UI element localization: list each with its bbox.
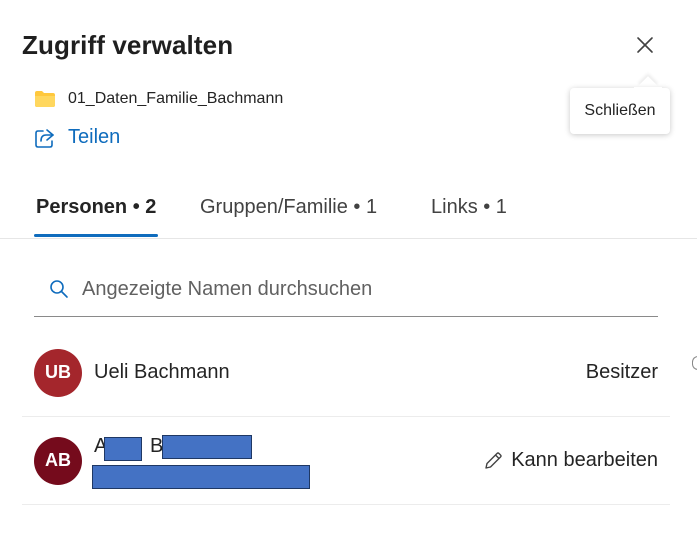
redaction-box <box>92 465 310 489</box>
close-button[interactable] <box>630 30 660 60</box>
tooltip-arrow-cover <box>634 87 662 97</box>
tab-links[interactable]: Links • 1 <box>431 196 507 219</box>
tab-personen[interactable]: Personen • 2 <box>36 196 156 219</box>
search-icon <box>48 278 70 300</box>
folder-name: 01_Daten_Familie_Bachmann <box>68 90 284 107</box>
role-label: Besitzer <box>585 361 658 383</box>
avatar-initials: AB <box>45 450 71 470</box>
scroll-edge-indicator <box>692 356 697 370</box>
close-icon <box>637 37 653 53</box>
tab-bar: Personen • 2 Gruppen/Familie • 1 Links •… <box>0 188 697 239</box>
tab-gruppen-familie[interactable]: Gruppen/Familie • 1 <box>200 196 377 219</box>
folder-icon <box>35 91 55 107</box>
panel-title: Zugriff verwalten <box>22 30 234 60</box>
avatar-initials: UB <box>45 362 71 382</box>
active-tab-indicator <box>34 234 158 237</box>
search-input[interactable] <box>82 277 642 301</box>
permission-dropdown[interactable]: Kann bearbeiten <box>483 449 658 472</box>
close-tooltip-text: Schließen <box>584 102 656 119</box>
person-row-editor[interactable]: AB A B Kann bearbeiten <box>22 417 670 505</box>
role-label: Kann bearbeiten <box>511 449 658 471</box>
redaction-box <box>104 437 142 461</box>
share-icon <box>35 128 54 148</box>
avatar: UB <box>34 348 82 397</box>
person-row-owner[interactable]: UB Ueli Bachmann Besitzer <box>22 329 670 417</box>
share-label: Teilen <box>68 126 121 148</box>
pencil-icon <box>485 451 502 469</box>
redaction-box <box>162 435 252 459</box>
search-box <box>34 262 658 317</box>
avatar: AB <box>34 436 82 485</box>
share-link[interactable]: Teilen <box>34 126 120 149</box>
item-info: 01_Daten_Familie_Bachmann <box>34 90 283 108</box>
person-name: Ueli Bachmann <box>94 361 230 383</box>
